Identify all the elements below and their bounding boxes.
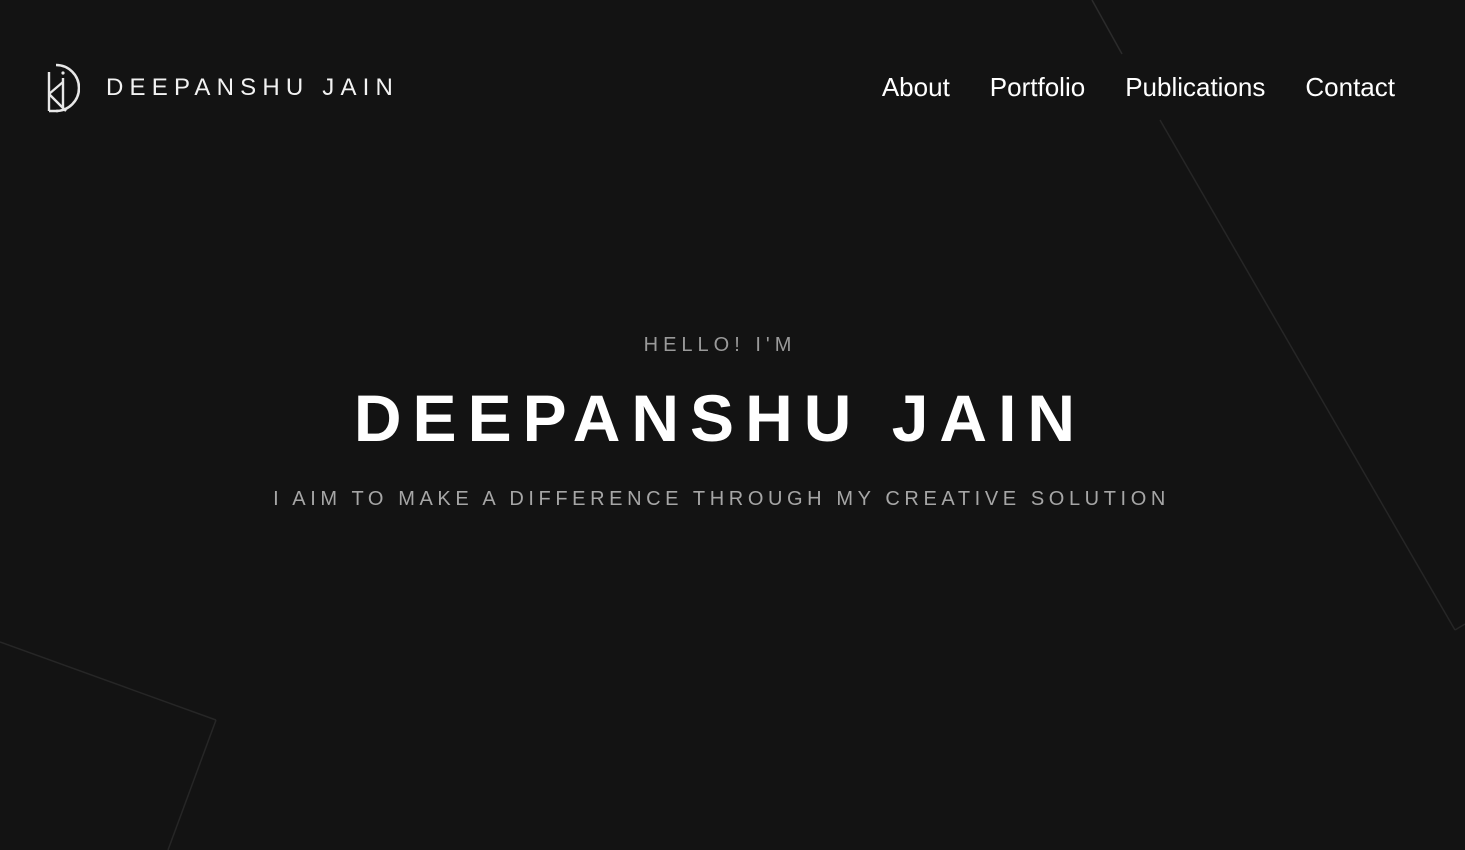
hero-tagline: I AIM TO MAKE A DIFFERENCE THROUGH MY CR… [273, 488, 1170, 510]
hero-greeting: HELLO! I'M [643, 334, 797, 356]
hero-section: HELLO! I'M DEEPANSHU JAIN I AIM TO MAKE … [0, 0, 1465, 850]
hero-title: DEEPANSHU JAIN [353, 381, 1087, 455]
